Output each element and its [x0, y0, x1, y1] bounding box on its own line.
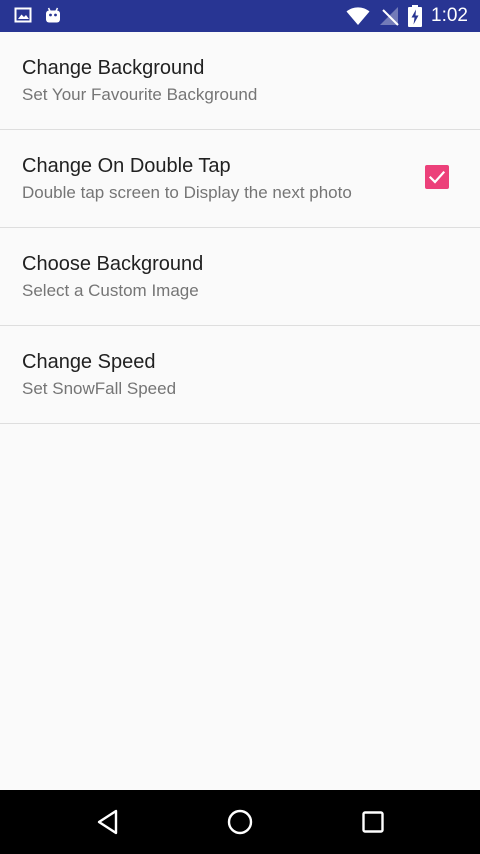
image-icon	[14, 7, 32, 23]
setting-change-speed[interactable]: Change Speed Set SnowFall Speed	[0, 326, 480, 424]
navigation-bar	[0, 790, 480, 854]
setting-summary: Double tap screen to Display the next ph…	[22, 183, 352, 202]
setting-change-on-double-tap[interactable]: Change On Double Tap Double tap screen t…	[0, 130, 480, 228]
setting-summary: Set Your Favourite Background	[22, 85, 258, 104]
checkmark-icon	[428, 170, 446, 184]
wifi-icon	[346, 7, 370, 25]
setting-change-background[interactable]: Change Background Set Your Favourite Bac…	[0, 32, 480, 130]
battery-charging-icon	[408, 5, 423, 27]
status-bar: 1:02	[0, 0, 480, 32]
status-time: 1:02	[431, 5, 468, 26]
recents-icon[interactable]	[359, 808, 387, 836]
status-notifications	[14, 6, 62, 24]
settings-list: Change Background Set Your Favourite Bac…	[0, 32, 480, 424]
no-signal-icon	[380, 7, 399, 26]
setting-title: Change Speed	[22, 351, 156, 373]
status-system: 1:02	[346, 5, 468, 27]
home-icon[interactable]	[226, 808, 254, 836]
setting-title: Change Background	[22, 57, 205, 79]
screen: 1:02 Change Background Set Your Favourit…	[0, 0, 480, 854]
setting-summary: Select a Custom Image	[22, 281, 199, 300]
setting-title: Change On Double Tap	[22, 155, 231, 177]
setting-summary: Set SnowFall Speed	[22, 379, 177, 398]
double-tap-checkbox[interactable]	[425, 165, 449, 189]
android-icon	[46, 7, 60, 23]
back-icon[interactable]	[94, 808, 122, 836]
setting-title: Choose Background	[22, 253, 204, 275]
setting-choose-background[interactable]: Choose Background Select a Custom Image	[0, 228, 480, 326]
